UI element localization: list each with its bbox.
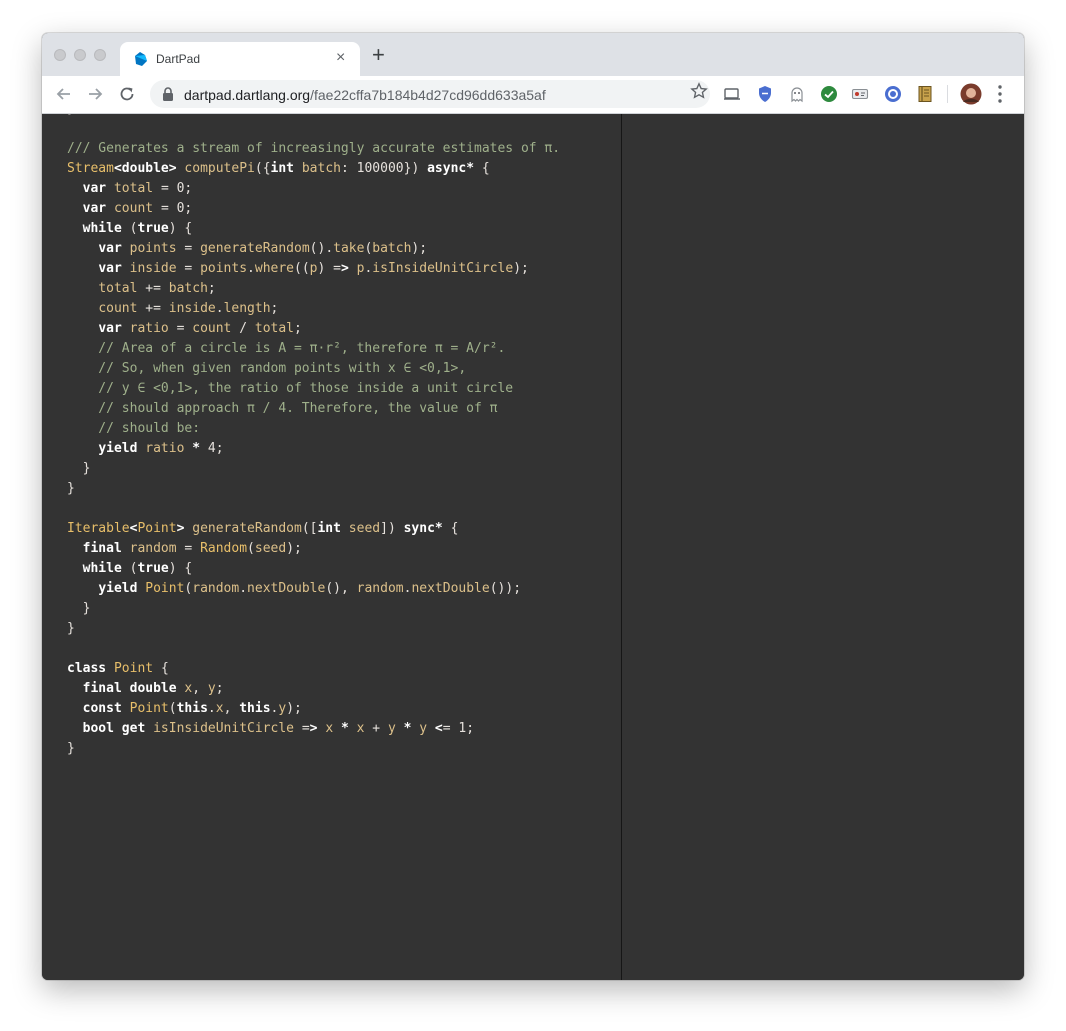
reload-icon[interactable]: [117, 84, 137, 104]
code-line: }: [67, 741, 75, 756]
forward-arrow-icon[interactable]: [85, 84, 105, 104]
url-path: /fae22cffa7b184b4d27cd96dd633a5af: [310, 87, 546, 103]
code-line: /// Generates a stream of increasingly a…: [67, 141, 561, 156]
code-line: // should approach π / 4. Therefore, the…: [67, 401, 498, 416]
notebook-extension-icon[interactable]: [916, 85, 934, 103]
code-line: // should be:: [67, 421, 201, 436]
code-line: total += batch;: [98, 281, 216, 296]
window-minimize-button[interactable]: [74, 49, 86, 61]
code-line: }: [67, 621, 75, 636]
tab-title: DartPad: [156, 52, 201, 66]
code-line: var ratio = count / total;: [98, 321, 302, 336]
dart-logo-icon: [135, 52, 147, 66]
code-line: }: [67, 481, 75, 496]
code-text[interactable]: } /// Generates a stream of increasingly …: [67, 114, 560, 759]
output-pane: [622, 114, 1024, 980]
shield-extension-icon[interactable]: [756, 85, 774, 103]
code-line: }: [82, 601, 91, 616]
code-line: // Area of a circle is A = π·r², therefo…: [67, 341, 506, 356]
code-line: bool get isInsideUnitCircle => x * x + y…: [82, 721, 475, 736]
code-line: final random = Random(seed);: [82, 541, 302, 556]
menu-dots-icon[interactable]: [997, 83, 1003, 105]
url-text[interactable]: dartpad.dartlang.org/fae22cffa7b184b4d27…: [184, 87, 546, 103]
browser-toolbar: dartpad.dartlang.org/fae22cffa7b184b4d27…: [42, 76, 1024, 114]
bookmark-star-icon[interactable]: [690, 82, 708, 100]
code-line: yield ratio * 4;: [98, 441, 224, 456]
url-host: dartpad.dartlang.org: [184, 87, 311, 103]
window-maximize-button[interactable]: [94, 49, 106, 61]
code-line: count += inside.length;: [98, 301, 279, 316]
new-tab-button[interactable]: +: [372, 44, 385, 66]
lock-icon: [163, 87, 173, 101]
code-line: const Point(this.x, this.y);: [82, 701, 302, 716]
code-line: var points = generateRandom().take(batch…: [98, 241, 428, 256]
code-line: while (true) {: [82, 221, 193, 236]
code-line: var inside = points.where((p) => p.isIns…: [98, 261, 529, 276]
ghost-extension-icon[interactable]: [788, 85, 806, 103]
code-line: }: [82, 461, 91, 476]
code-line: yield Point(random.nextDouble(), random.…: [98, 581, 522, 596]
code-line: class Point {: [67, 661, 169, 676]
tab-strip: DartPad × +: [42, 33, 1024, 76]
code-line: // y ∈ <0,1>, the ratio of those inside …: [67, 381, 514, 396]
cast-icon[interactable]: [723, 85, 741, 103]
code-line: Iterable<Point> generateRandom([int seed…: [67, 521, 459, 536]
browser-window: DartPad × + dartpad.dartlang.org/fae22cf…: [42, 33, 1024, 980]
back-arrow-icon[interactable]: [54, 84, 74, 104]
target-extension-icon[interactable]: [884, 85, 902, 103]
code-line: // So, when given random points with x ∈…: [67, 361, 467, 376]
code-line: var count = 0;: [82, 201, 193, 216]
code-line: final double x, y;: [82, 681, 224, 696]
tab-dartpad[interactable]: DartPad ×: [120, 42, 360, 76]
code-editor[interactable]: } /// Generates a stream of increasingly …: [42, 114, 621, 980]
toolbar-separator: [947, 85, 948, 103]
code-line: while (true) {: [82, 561, 193, 576]
id-card-extension-icon[interactable]: [851, 85, 869, 103]
window-close-button[interactable]: [54, 49, 66, 61]
code-line: Stream<double> computePi({int batch: 100…: [67, 161, 490, 176]
address-bar[interactable]: dartpad.dartlang.org/fae22cffa7b184b4d27…: [150, 80, 710, 108]
tab-close-icon[interactable]: ×: [336, 50, 345, 66]
code-line: var total = 0;: [82, 181, 193, 196]
checkmark-extension-icon[interactable]: [820, 85, 838, 103]
avatar[interactable]: [960, 83, 982, 105]
